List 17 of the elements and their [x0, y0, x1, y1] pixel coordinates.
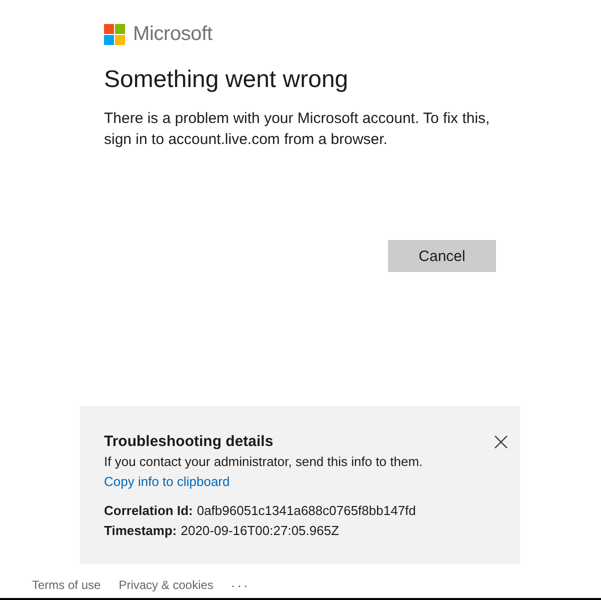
error-message: There is a problem with your Microsoft account. To fix this, sign in to account.live.com from a browser. [104, 109, 491, 150]
cancel-button[interactable]: Cancel [388, 240, 496, 272]
brand-name: Microsoft [133, 23, 212, 46]
close-button[interactable] [494, 435, 508, 449]
panel-description: If you contact your administrator, send this info to them. [104, 453, 424, 471]
windows-logo-icon [104, 24, 125, 45]
footer-link[interactable]: Terms of use [32, 578, 101, 592]
more-options-button[interactable]: ... [231, 576, 250, 594]
close-icon [494, 435, 508, 449]
footer-link[interactable]: Privacy & cookies [118, 578, 214, 592]
detail-label: Timestamp: [104, 522, 177, 540]
panel-title: Troubleshooting details [104, 432, 274, 452]
page-heading: Something went wrong [104, 65, 350, 95]
detail-label: Correlation Id: [104, 502, 193, 520]
detail-value: 2020-09-16T00:27:05.965Z [180, 522, 340, 540]
detail-value: 0afb96051c1341a688c0765f8bb147fd [196, 502, 416, 520]
copy-info-link[interactable]: Copy info to clipboard [104, 472, 230, 492]
